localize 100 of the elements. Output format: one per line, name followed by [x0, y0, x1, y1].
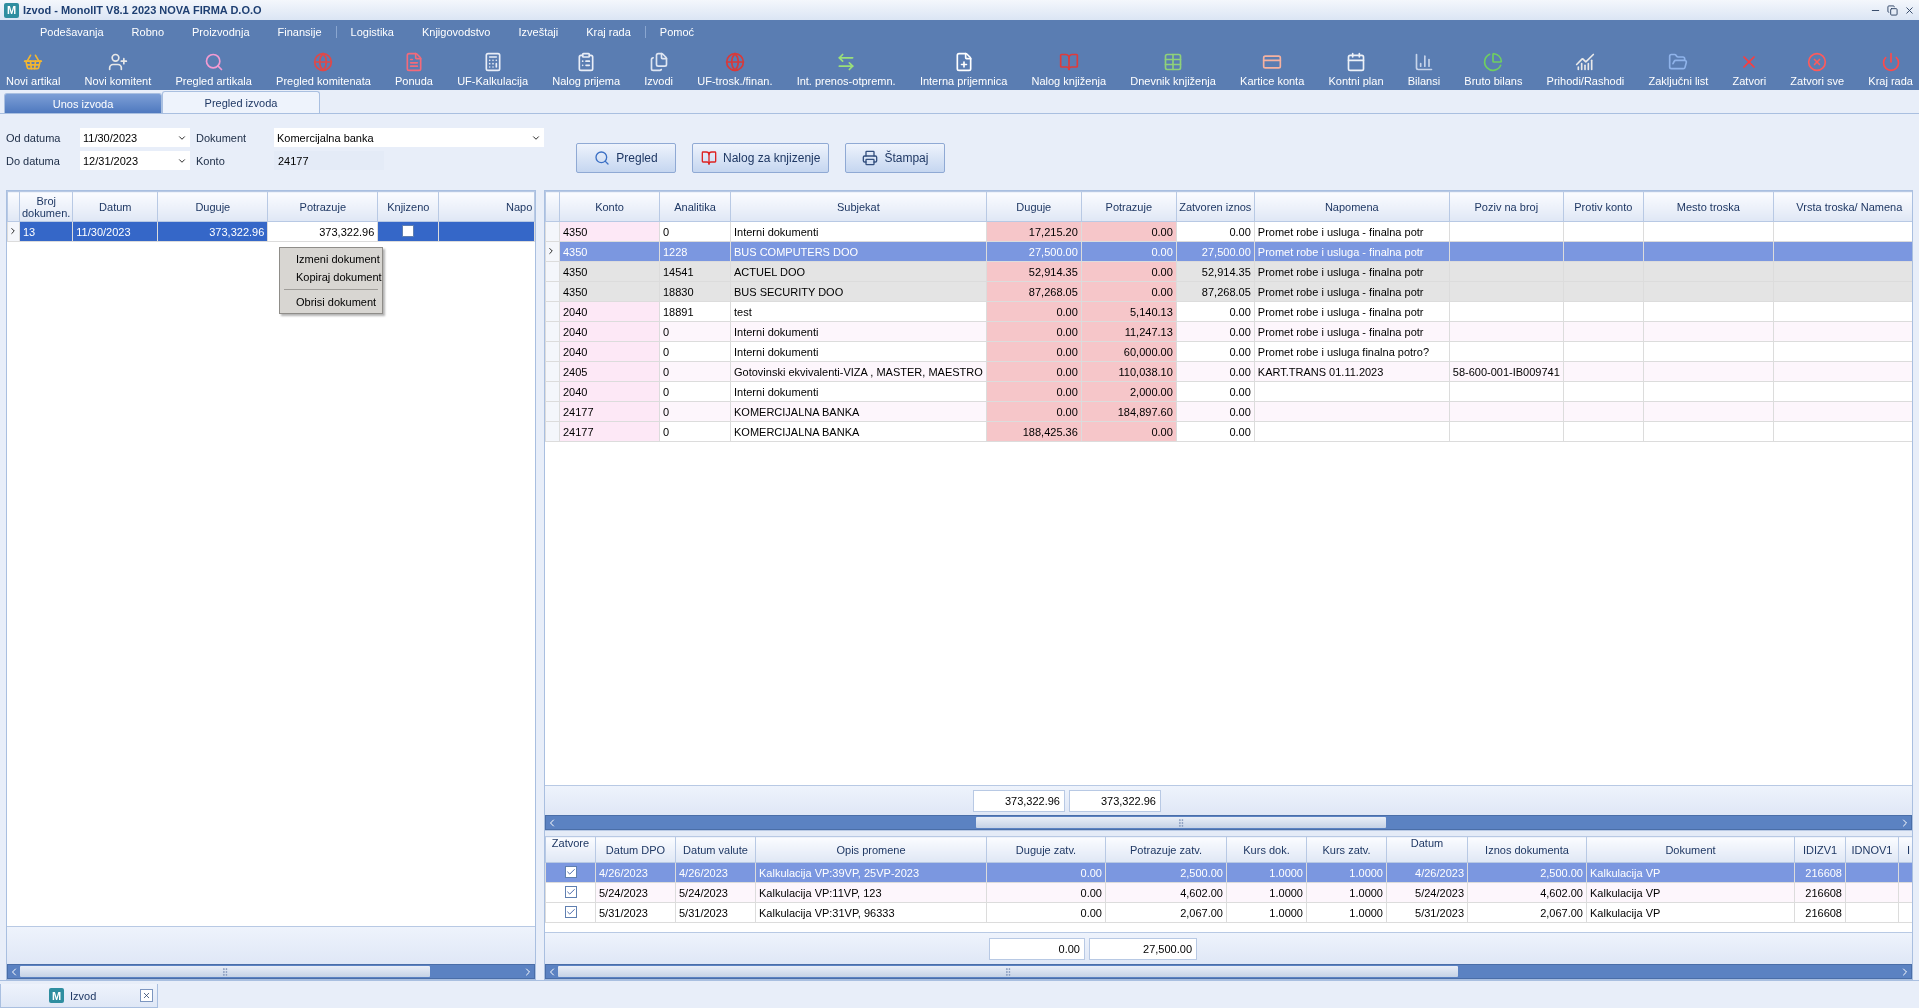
- checkbox[interactable]: [564, 886, 577, 898]
- column-header[interactable]: Duguje: [986, 191, 1082, 222]
- restore-icon[interactable]: [1887, 4, 1898, 16]
- close-icon[interactable]: [140, 989, 153, 1002]
- checkbox[interactable]: [402, 224, 415, 237]
- column-header[interactable]: Analitika: [659, 191, 731, 222]
- column-header[interactable]: Broj dokumen.: [19, 191, 73, 222]
- column-header[interactable]: Kurs dok.: [1226, 836, 1307, 863]
- toolbar-button[interactable]: UF-Kalkulacija: [455, 52, 531, 87]
- toolbar-button[interactable]: Bruto bilans: [1462, 52, 1525, 87]
- toolbar-button[interactable]: Novi artikal: [4, 52, 63, 87]
- column-header[interactable]: Iznos dokumenta: [1467, 836, 1587, 863]
- column-header[interactable]: Protiv konto: [1563, 191, 1644, 222]
- column-header[interactable]: Potrazuje zatv.: [1105, 836, 1227, 863]
- column-header[interactable]: Subjekat: [730, 191, 987, 222]
- column-header[interactable]: Vrsta troska/ Namena: [1773, 191, 1912, 222]
- printer-icon: [862, 150, 879, 166]
- documents-icon: [648, 52, 669, 72]
- column-header[interactable]: Datum: [72, 191, 158, 222]
- toolbar-button[interactable]: Zatvori sve: [1788, 52, 1847, 87]
- horizontal-scrollbar[interactable]: [545, 815, 1912, 830]
- close-all-icon: [1807, 52, 1828, 72]
- menu-item[interactable]: Pomoć: [644, 26, 709, 38]
- column-header[interactable]: Zatvore: [545, 836, 596, 863]
- app-logo: M: [4, 2, 19, 18]
- toolbar-button[interactable]: Pregled artikala: [173, 52, 254, 87]
- menu-item[interactable]: Logistika: [335, 26, 408, 38]
- toolbar-button[interactable]: Zatvori: [1730, 52, 1769, 87]
- document-tab[interactable]: M Izvod: [0, 984, 158, 1008]
- action-button[interactable]: Pregled: [576, 143, 676, 173]
- menu-item[interactable]: Proizvodnja: [178, 26, 264, 38]
- toolbar-button[interactable]: Int. prenos-otpremn.: [794, 52, 898, 87]
- column-header[interactable]: Dokument: [1586, 836, 1795, 863]
- menu-item[interactable]: Kopiraj dokument: [280, 268, 382, 286]
- toolbar-button[interactable]: Pregled komitenata: [274, 52, 373, 87]
- power-icon: [1880, 52, 1901, 72]
- toolbar-button[interactable]: Nalog prijema: [550, 52, 623, 87]
- globe-icon: [313, 52, 334, 72]
- toolbar-button[interactable]: Kraj rada: [1866, 52, 1915, 87]
- action-button[interactable]: Nalog za knjizenje: [692, 143, 830, 173]
- document-dropdown[interactable]: Komercijalna banka: [274, 128, 544, 147]
- menu-item[interactable]: Podešavanja: [26, 26, 118, 38]
- menu-item[interactable]: Kraj rada: [572, 26, 645, 38]
- action-button[interactable]: Štampaj: [845, 143, 946, 173]
- toolbar-button[interactable]: Novi komitent: [82, 52, 154, 87]
- date-field[interactable]: 12/31/2023: [80, 151, 190, 170]
- toolbar-button[interactable]: Dnevnik knjiženja: [1128, 52, 1218, 87]
- menu-item[interactable]: Izmeni dokument: [280, 250, 382, 268]
- toolbar-button[interactable]: Zaključni list: [1646, 52, 1711, 87]
- column-header[interactable]: Duguje zatv.: [986, 836, 1106, 863]
- tab[interactable]: Pregled izvoda: [162, 91, 320, 113]
- column-header[interactable]: Kurs zatv.: [1306, 836, 1387, 863]
- column-header[interactable]: Duguje: [157, 191, 268, 222]
- folder-icon: [1668, 52, 1689, 72]
- tab[interactable]: Unos izvoda: [4, 93, 162, 113]
- toolbar-button[interactable]: Interna prijemnica: [917, 52, 1010, 87]
- column-header[interactable]: Potrazuje: [1081, 191, 1177, 222]
- grip-icon[interactable]: [220, 966, 230, 977]
- column-header[interactable]: Opis promene: [755, 836, 987, 863]
- table-icon: [1163, 52, 1184, 72]
- checkbox[interactable]: [564, 906, 577, 918]
- menu-item[interactable]: Izveštaji: [504, 26, 573, 38]
- column-header[interactable]: Datum DPO: [595, 836, 676, 863]
- column-header[interactable]: Mesto troska: [1643, 191, 1774, 222]
- date-field[interactable]: 11/30/2023: [80, 128, 190, 147]
- column-header[interactable]: Datum valute: [675, 836, 756, 863]
- grip-icon[interactable]: [1176, 817, 1186, 828]
- column-header[interactable]: IDIZV1: [1794, 836, 1846, 863]
- user-icon: [107, 52, 128, 72]
- toolbar-button[interactable]: Bilansi: [1405, 52, 1443, 87]
- checkbox[interactable]: [564, 866, 577, 878]
- menu-item[interactable]: Finansije: [263, 26, 336, 38]
- menu-item[interactable]: Obrisi dokument: [280, 293, 382, 311]
- book-icon: [701, 150, 717, 166]
- column-header[interactable]: Napomena: [1254, 191, 1450, 222]
- horizontal-scrollbar[interactable]: [7, 964, 535, 979]
- toolbar-button[interactable]: Prihodi/Rashodi: [1544, 52, 1627, 87]
- toolbar-button[interactable]: Nalog knjiženja: [1029, 52, 1109, 87]
- grip-icon[interactable]: [1003, 966, 1013, 977]
- pie-chart-icon: [1483, 52, 1504, 72]
- toolbar-button[interactable]: UF-trosk./finan.: [695, 52, 775, 87]
- column-header[interactable]: Konto: [559, 191, 660, 222]
- basket-icon: [23, 52, 44, 72]
- column-header[interactable]: Datum: [1386, 836, 1468, 863]
- column-header[interactable]: IDNOV1: [1845, 836, 1899, 863]
- menu-item[interactable]: Knjigovodstvo: [407, 26, 505, 38]
- konto-field: 24177: [274, 151, 384, 170]
- column-header[interactable]: Poziv na broj: [1449, 191, 1564, 222]
- menu-item[interactable]: Robno: [117, 26, 179, 38]
- column-header[interactable]: Napo: [438, 191, 535, 222]
- column-header[interactable]: Potrazuje: [267, 191, 378, 222]
- close-icon[interactable]: [1904, 4, 1915, 16]
- column-header[interactable]: Zatvoren iznos: [1176, 191, 1255, 222]
- toolbar-button[interactable]: Izvodi: [642, 52, 676, 87]
- horizontal-scrollbar[interactable]: [545, 964, 1912, 979]
- total-field: 373,322.96: [1069, 789, 1161, 812]
- toolbar-button[interactable]: Kartice konta: [1238, 52, 1307, 87]
- column-header[interactable]: Knjizeno: [377, 191, 439, 222]
- toolbar-button[interactable]: Kontni plan: [1326, 52, 1386, 87]
- toolbar-button[interactable]: Ponuda: [393, 52, 435, 87]
